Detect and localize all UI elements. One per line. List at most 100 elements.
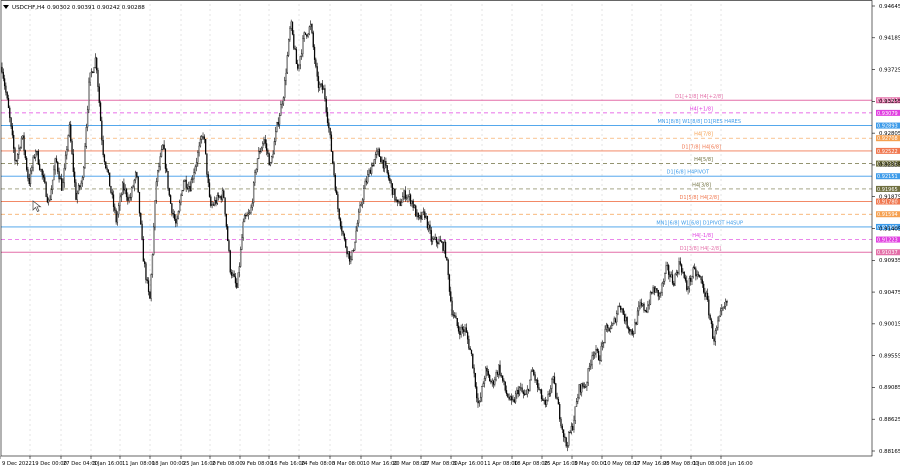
- level-price-label: 0.92708: [877, 136, 898, 142]
- y-tick-label: 0.90015: [879, 322, 900, 328]
- candle-body: [621, 308, 623, 310]
- candle-body: [442, 242, 444, 251]
- candle-body: [146, 279, 148, 281]
- symbol-dropdown-icon[interactable]: [3, 5, 9, 9]
- candle-body: [335, 190, 338, 195]
- candle-body: [670, 274, 672, 278]
- candle-body: [609, 328, 611, 332]
- candle-body: [307, 33, 309, 37]
- candle-body: [33, 156, 36, 158]
- candle-body: [608, 327, 610, 332]
- candle-body: [264, 139, 266, 144]
- y-tick-label: 0.90935: [879, 258, 900, 264]
- candle-body: [194, 166, 196, 173]
- candle-body: [88, 81, 90, 110]
- candle-body: [293, 34, 295, 49]
- candle-body: [464, 327, 466, 332]
- candle-body: [134, 172, 137, 181]
- candle-body: [53, 169, 55, 181]
- candle-body: [406, 197, 408, 199]
- candle-body: [101, 120, 103, 141]
- level-price-label: 0.92522: [877, 149, 898, 155]
- candle-body: [72, 153, 74, 173]
- candle-body: [49, 199, 51, 201]
- candle-body: [505, 390, 508, 395]
- candle-body: [634, 322, 636, 334]
- y-tick-label: 0.94185: [879, 36, 900, 42]
- chart-area[interactable]: D1[+1/8] H4[+2/8] 0.93264 H4[+1/8] 0.93079 M…: [0, 0, 900, 468]
- candle-body: [137, 176, 139, 193]
- y-tick-label: 0.91405: [879, 226, 900, 232]
- candle-body: [520, 387, 522, 389]
- candle-body: [393, 188, 395, 195]
- candle-body: [629, 329, 631, 332]
- candle-body: [399, 201, 401, 206]
- candle-body: [526, 389, 528, 395]
- x-tick-label: 3 May 00:00: [574, 461, 606, 467]
- candle-body: [403, 190, 405, 197]
- candle-body: [129, 197, 132, 199]
- candle-body: [376, 150, 378, 155]
- symbol-timeframe[interactable]: USDCHF,H4: [12, 5, 45, 11]
- candle-body: [158, 166, 160, 171]
- x-tick-label: 1 Jun 08:00: [693, 461, 723, 467]
- candle-body: [690, 278, 692, 282]
- candle-body: [455, 315, 457, 319]
- candle-body: [86, 109, 89, 128]
- candle-body: [84, 146, 86, 168]
- candle-body: [206, 153, 208, 175]
- candle-body: [285, 72, 287, 81]
- candle-body: [234, 276, 237, 284]
- candle-body: [364, 180, 366, 189]
- candle-body: [291, 21, 294, 35]
- candle-body: [721, 308, 723, 312]
- candle-body: [211, 204, 213, 206]
- y-tick-label: 0.92805: [879, 131, 900, 137]
- candle-body: [24, 150, 26, 159]
- candle-body: [408, 194, 410, 197]
- candle-body: [67, 135, 69, 150]
- candle-body: [262, 143, 264, 149]
- candle-body: [706, 292, 709, 300]
- candle-body: [210, 196, 212, 206]
- candle-body: [133, 179, 135, 187]
- level-label: D1[7/8] H4[6/8]: [682, 144, 722, 150]
- candle-body: [675, 272, 678, 275]
- candle-body: [163, 144, 165, 150]
- candle-body: [124, 188, 126, 191]
- price-chart[interactable]: D1[+1/8] H4[+2/8]0.93264H4[+1/8]0.93079M…: [0, 0, 900, 468]
- candle-body: [346, 246, 348, 255]
- candle-body: [155, 181, 157, 201]
- candle-body: [32, 156, 34, 168]
- candle-body: [98, 86, 100, 103]
- candle-body: [556, 397, 558, 400]
- candle-body: [498, 364, 500, 375]
- candle-body: [204, 139, 207, 154]
- candle-body: [271, 156, 273, 163]
- candle-body: [473, 367, 475, 374]
- level-label: H4[+1/8]: [690, 106, 713, 112]
- candle-body: [428, 224, 430, 229]
- candle-body: [199, 139, 202, 147]
- candle-body: [620, 305, 622, 310]
- candle-body: [315, 59, 317, 67]
- candle-body: [341, 225, 343, 232]
- candle-body: [3, 78, 6, 87]
- candle-body: [284, 80, 286, 98]
- candle-body: [295, 49, 298, 65]
- candle-body: [303, 32, 305, 39]
- candle-body: [500, 375, 502, 377]
- candle-body: [159, 156, 161, 167]
- candle-body: [255, 169, 257, 173]
- candle-body: [441, 241, 443, 243]
- candle-body: [398, 201, 400, 203]
- candle-body: [352, 250, 355, 252]
- candle-body: [215, 200, 217, 204]
- candle-body: [433, 238, 435, 240]
- candle-body: [560, 418, 562, 427]
- candle-body: [509, 396, 512, 400]
- candle-body: [57, 161, 59, 172]
- candle-body: [647, 305, 649, 313]
- candle-body: [644, 309, 646, 312]
- candle-body: [477, 397, 479, 404]
